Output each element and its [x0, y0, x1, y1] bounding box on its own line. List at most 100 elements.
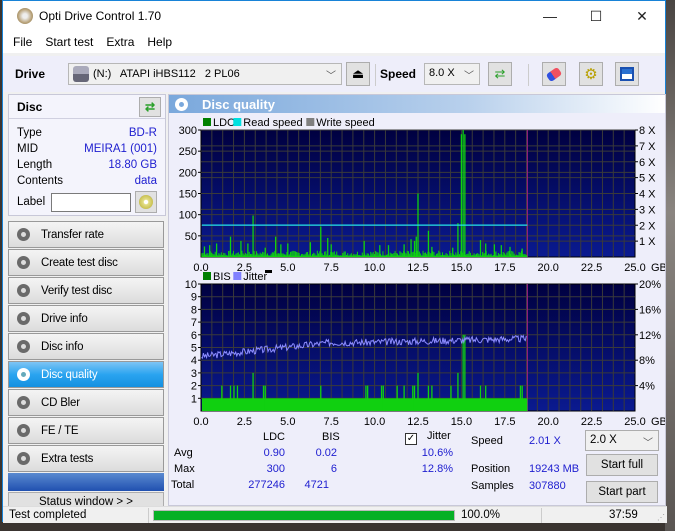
disc-header: Disc ⇄ [9, 95, 165, 119]
x-tick-label: 2.5 [237, 416, 252, 427]
status-divider [148, 508, 149, 523]
x-tick-label: 5.0 [280, 416, 295, 427]
nav-drive-info[interactable]: Drive info [8, 305, 164, 332]
menu-extra[interactable]: Extra [106, 35, 134, 49]
nav-disc-quality[interactable]: Disc quality [8, 361, 164, 388]
start-part-button[interactable]: Start part [586, 481, 658, 503]
label-input[interactable] [51, 192, 132, 212]
menu-file[interactable]: File [13, 35, 32, 49]
y2-tick-label: 12% [639, 330, 661, 342]
progress-bar [153, 510, 455, 521]
y-tick-label: 1 [191, 393, 197, 405]
nav-extra-tests[interactable]: Extra tests [8, 445, 164, 472]
field-value: 18.80 GB [108, 159, 157, 171]
progress-fill [154, 511, 454, 520]
jitter-checkbox[interactable]: ✓ [405, 433, 417, 445]
speed-label: Speed [380, 67, 417, 81]
legend-swatch [203, 118, 211, 126]
y2-tick-label: 8 X [639, 125, 656, 137]
disc-panel: Disc ⇄ Type BD-R MID MEIRA1 (001) Length 18… [8, 94, 166, 216]
x-tick-label: 15.0 [451, 416, 472, 427]
y-tick-label: 3 [191, 368, 197, 380]
total-ldc: 277246 [248, 479, 285, 491]
avg-ldc: 0.90 [263, 447, 285, 459]
speed-select[interactable]: 8.0 X ﹀ [424, 63, 480, 85]
x-axis-unit: GB [651, 416, 665, 427]
resize-grip-icon[interactable]: ⋰ [657, 513, 665, 522]
ldc-chart: LDC Read speed Write speed 50 100 150 200 250 30… [179, 117, 665, 273]
y2-tick-label: 8% [639, 355, 655, 367]
refresh-icon: ⇄ [494, 66, 506, 81]
erase-button[interactable] [542, 62, 566, 86]
status-divider [541, 508, 542, 523]
settings-button[interactable]: ⚙ [579, 62, 603, 86]
speed-stat-value: 2.01 X [529, 435, 561, 447]
y2-tick-label: 6 X [639, 157, 656, 169]
nav-create-test-disc[interactable]: Create test disc [8, 249, 164, 276]
nav-label: Create test disc [41, 256, 118, 269]
save-button[interactable] [615, 62, 639, 86]
minimize-button[interactable]: — [527, 1, 573, 31]
disc-icon [17, 424, 30, 437]
y2-tick-label: 4 X [639, 189, 656, 201]
drive-select[interactable]: (N:) ATAPI iHBS112 2 PL06 ﹀ [68, 63, 342, 85]
y2-tick-label: 20% [639, 279, 661, 291]
menu-start-test[interactable]: Start test [45, 35, 93, 49]
nav-transfer-rate[interactable]: Transfer rate [8, 221, 164, 248]
samples-label: Samples [471, 480, 514, 492]
nav-verify-test-disc[interactable]: Verify test disc [8, 277, 164, 304]
eject-button[interactable]: ⏏ [346, 62, 370, 86]
settings-icon: ⚙ [584, 66, 598, 83]
nav-fe-te[interactable]: FE / TE [8, 417, 164, 444]
position-label: Position [471, 463, 511, 475]
col-header-bis: BIS [322, 431, 340, 443]
jitter-toggle[interactable]: ✓ Jitter [405, 430, 451, 445]
chevron-down-icon: ﹀ [326, 71, 336, 82]
disc-refresh-button[interactable]: ⇄ [139, 97, 161, 117]
position-value: 19243 MB [529, 463, 580, 475]
total-bis: 4721 [304, 479, 329, 491]
y-tick-label: 5 [191, 343, 197, 355]
cd-icon [139, 195, 154, 209]
drive-label: Drive [15, 67, 46, 81]
menu-help[interactable]: Help [147, 35, 172, 49]
y-tick-label: 8 [191, 304, 197, 316]
y2-tick-label: 5 X [639, 173, 656, 185]
disc-title: Disc [17, 99, 43, 114]
field-label: Contents [17, 175, 64, 187]
nav-disc-info[interactable]: Disc info [8, 333, 164, 360]
y-tick-label: 200 [179, 167, 197, 179]
close-button[interactable]: ✕ [619, 1, 665, 31]
y-tick-label: 300 [179, 125, 197, 137]
col-header-ldc: LDC [263, 431, 286, 443]
x-tick-label: 22.5 [581, 416, 602, 427]
refresh-button[interactable]: ⇄ [488, 62, 512, 86]
disc-icon [17, 368, 30, 381]
speed-stat-label: Speed [471, 435, 503, 447]
start-full-button[interactable]: Start full [586, 454, 658, 476]
test-speed-select[interactable]: 2.0 X ﹀ [585, 430, 659, 451]
field-label: MID [17, 143, 39, 155]
disc-icon [17, 256, 30, 269]
disc-icon [175, 97, 188, 111]
x-tick-label: 12.5 [407, 416, 428, 427]
x-tick-label: 17.5 [494, 416, 515, 427]
maximize-button[interactable]: ☐ [573, 1, 619, 31]
y-tick-label: 9 [191, 292, 197, 304]
window-title: Opti Drive Control 1.70 [39, 9, 162, 23]
label-cd-button[interactable] [135, 191, 158, 213]
field-value: data [134, 175, 157, 187]
status-text: Test completed [9, 509, 87, 521]
disc-icon [17, 452, 30, 465]
status-bar: Test completed 100.0% 37:59 ⋰ [3, 506, 667, 523]
max-bis: 6 [330, 463, 337, 475]
max-ldc: 300 [266, 463, 285, 475]
field-label: Length [17, 159, 53, 171]
progress-percent: 100.0% [461, 509, 501, 521]
refresh-icon: ⇄ [144, 100, 156, 114]
disc-icon [17, 284, 30, 297]
y2-tick-label: 1 X [639, 236, 656, 248]
legend-swatch [306, 118, 315, 126]
test-speed-value: 2.0 X [590, 434, 617, 446]
nav-cd-bler[interactable]: CD Bler [8, 389, 164, 416]
